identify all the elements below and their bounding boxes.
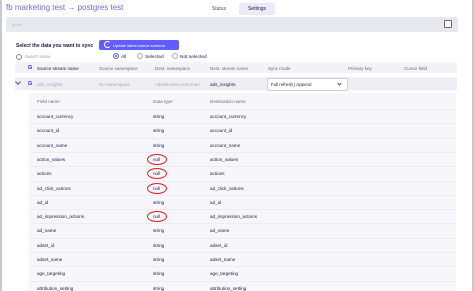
field-type: string [153,228,165,234]
top-bar: fb marketing test → postgres test [0,0,474,16]
search-icon [16,54,22,60]
update-schema-button[interactable]: Update latest source schema [99,40,179,50]
field-type: string [153,142,165,148]
stream-dest-name: ads_insights [210,82,236,87]
field-name: action_values [37,156,66,162]
field-destination-name: action_values [210,156,239,162]
field-type: string [153,128,165,134]
row-divider [29,252,456,253]
stream-row[interactable] [15,77,457,90]
field-name: actions [37,171,52,177]
field-name: ad_impression_actions [37,214,84,220]
connection-title: fb marketing test → postgres test [6,3,124,12]
col-destination-name: Destination name [210,99,246,104]
field-name: account_id [37,128,60,134]
row-divider [29,180,456,182]
field-type: string [153,242,165,248]
field-name: age_targeting [37,271,66,277]
row-divider [29,151,456,153]
radio-empty-icon [172,53,178,59]
col-dest-namespace: Dest. namespace [155,66,191,71]
null-type-highlight [147,153,167,165]
col-sync-mode: Sync mode [268,66,291,71]
field-type: string [153,114,165,119]
row-divider [29,280,456,282]
row-divider [29,266,456,268]
null-type-highlight [147,182,167,194]
filter-all-label: All [121,55,127,60]
col-field-name: Field name [37,99,60,104]
row-divider [29,194,456,196]
row-divider [29,123,456,125]
field-type: string [153,285,165,291]
search-input[interactable]: Search name [25,54,51,59]
row-divider [29,209,456,211]
field-destination-name: ad_name [210,228,230,234]
prefix-input[interactable] [6,17,458,32]
field-destination-name: ad_click_actions [210,185,244,191]
filter-all-radio[interactable]: All [113,53,126,60]
field-name: adset_id [37,242,55,248]
row-divider [29,109,456,110]
filter-not-selected-label: Not selected [180,55,207,60]
sync-section-title: Select the data you want to sync [16,43,94,49]
row-divider [29,137,456,139]
stream-source-namespace: No namespace [99,82,130,87]
tab-status[interactable]: Status [205,3,233,15]
filter-selected-label: Selected [145,55,164,60]
field-destination-name: account_currency [210,114,247,119]
sync-mode-value: Full refresh | Append [271,82,312,87]
field-destination-name: actions [210,171,225,177]
field-destination-name: ad_impression_actions [210,214,257,220]
refresh-icon [104,41,111,48]
col-dest-stream: Dest. stream name [210,66,249,71]
field-destination-name: account_id [210,128,233,134]
field-type: string [153,271,165,277]
col-source-namespace: Source namespace [99,66,138,71]
field-destination-name: adset_id [210,242,228,248]
col-source-stream: Source stream name [37,66,79,71]
col-data-type: Data type [153,99,173,104]
col-cursor-field: Cursor field [404,66,428,71]
field-destination-name: attribution_setting [210,285,247,291]
filter-selected-radio[interactable]: Selected [137,53,164,60]
field-type: string [153,199,165,205]
field-destination-name: adset_name [210,257,236,262]
select-all-checkbox[interactable] [28,65,32,69]
field-name: ad_click_actions [37,185,71,191]
row-divider [29,223,456,225]
field-destination-name: ad_id [210,199,222,205]
prefix-placeholder: prefix [12,22,22,27]
field-name: ad_id [37,199,49,205]
filter-not-selected-radio[interactable]: Not selected [172,53,207,60]
field-destination-name: account_name [210,142,241,148]
field-destination-name: age_targeting [210,271,239,277]
radio-selected-icon [113,53,119,59]
radio-empty-icon [137,53,143,59]
row-divider [29,237,456,239]
tab-settings[interactable]: Settings [239,3,275,15]
stream-checkbox[interactable] [28,81,32,85]
field-name: adset_name [37,257,63,262]
update-schema-label: Update latest source schema [113,42,165,48]
field-name: attribution_setting [37,285,74,291]
field-name: account_name [37,142,68,148]
field-name: account_currency [37,114,74,119]
field-type: string [153,257,165,262]
row-divider [29,166,456,168]
stream-dest-namespace[interactable]: <destination schema> [155,82,200,87]
col-primary-key: Primary key [348,66,372,71]
field-name: ad_name [37,228,57,234]
calendar-icon[interactable] [444,20,452,28]
left-edge-border [0,0,2,291]
stream-source-name: ads_insights [37,82,63,87]
